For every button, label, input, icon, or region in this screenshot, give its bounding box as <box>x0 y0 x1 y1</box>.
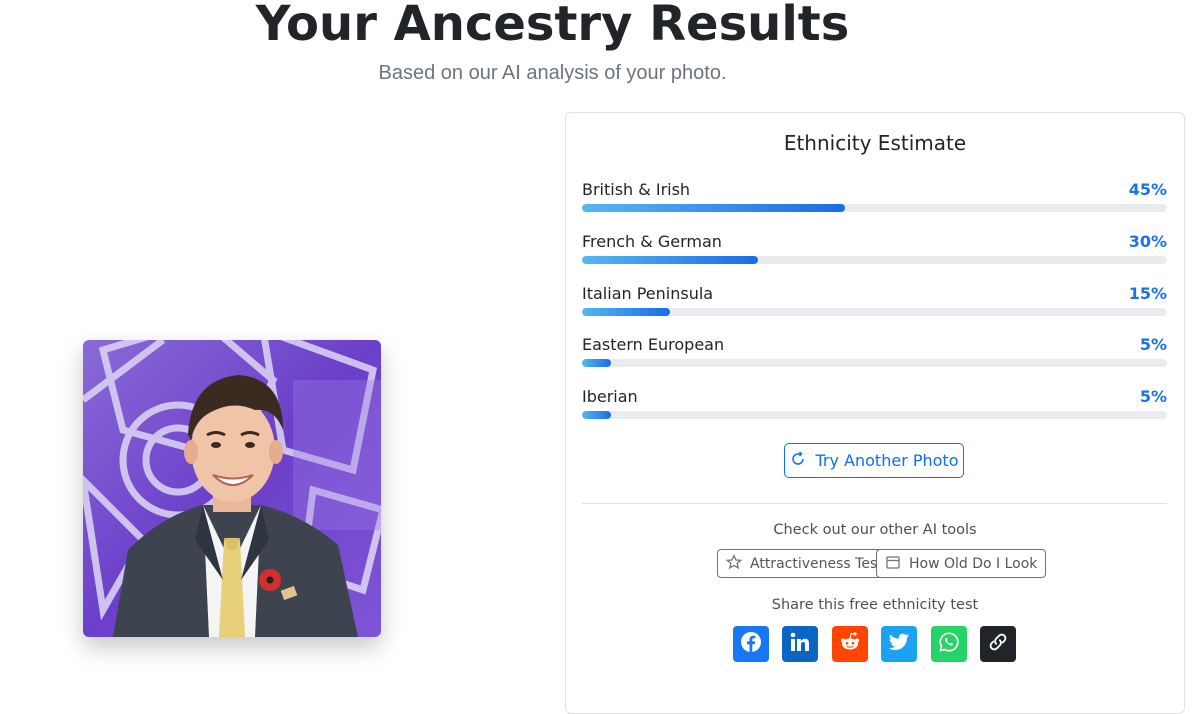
how-old-do-i-look-button[interactable]: How Old Do I Look <box>876 549 1047 578</box>
facebook-icon <box>740 631 762 658</box>
ethnicity-percent: 45% <box>1128 180 1167 199</box>
progress-fill <box>582 359 612 367</box>
attractiveness-test-button[interactable]: Attractiveness Test <box>717 549 892 578</box>
refresh-icon <box>790 450 806 471</box>
linkedin-share-button[interactable] <box>782 626 818 662</box>
ethnicity-percent: 30% <box>1128 232 1167 251</box>
progress-track <box>582 411 1167 419</box>
twitter-share-button[interactable] <box>881 626 917 662</box>
ethnicity-row: Eastern European 5% <box>582 335 1167 375</box>
results-card: Ethnicity Estimate British & Irish 45% F… <box>565 112 1185 714</box>
calendar-icon <box>885 554 901 574</box>
twitter-icon <box>888 631 910 658</box>
ethnicity-row: French & German 30% <box>582 232 1167 272</box>
progress-fill <box>582 308 670 316</box>
try-another-photo-label: Try Another Photo <box>815 451 959 470</box>
reddit-icon <box>838 630 862 659</box>
ethnicity-percent: 15% <box>1128 284 1167 303</box>
how-old-do-i-look-label: How Old Do I Look <box>909 555 1038 572</box>
try-another-photo-button[interactable]: Try Another Photo <box>784 443 964 478</box>
attractiveness-test-label: Attractiveness Test <box>750 555 883 572</box>
reddit-share-button[interactable] <box>832 626 868 662</box>
whatsapp-icon <box>938 631 960 658</box>
page-subtitle: Based on our AI analysis of your photo. <box>378 62 727 84</box>
divider <box>582 503 1167 504</box>
copy-link-button[interactable] <box>980 626 1016 662</box>
progress-track <box>582 256 1167 264</box>
star-icon <box>725 553 743 574</box>
ethnicity-label: British & Irish <box>582 180 691 199</box>
progress-track <box>582 359 1167 367</box>
uploaded-photo <box>83 340 381 637</box>
progress-track <box>582 308 1167 316</box>
tools-heading: Check out our other AI tools <box>773 522 977 538</box>
progress-track <box>582 204 1167 212</box>
progress-fill <box>582 256 758 264</box>
ethnicity-row: British & Irish 45% <box>582 180 1167 220</box>
ethnicity-label: Eastern European <box>582 335 725 354</box>
progress-fill <box>582 411 612 419</box>
progress-fill <box>582 204 846 212</box>
ethnicity-row: Iberian 5% <box>582 387 1167 427</box>
results-heading: Ethnicity Estimate <box>783 131 967 155</box>
share-heading: Share this free ethnicity test <box>771 597 979 613</box>
whatsapp-share-button[interactable] <box>931 626 967 662</box>
ethnicity-label: Italian Peninsula <box>582 284 714 303</box>
ethnicity-label: Iberian <box>582 387 638 406</box>
copy-link-icon <box>987 631 1009 658</box>
ethnicity-percent: 5% <box>1139 335 1167 354</box>
linkedin-icon <box>789 631 811 658</box>
ethnicity-row: Italian Peninsula 15% <box>582 284 1167 324</box>
page-title: Your Ancestry Results <box>255 0 850 52</box>
ethnicity-label: French & German <box>582 232 722 251</box>
ethnicity-percent: 5% <box>1139 387 1167 406</box>
facebook-share-button[interactable] <box>733 626 769 662</box>
